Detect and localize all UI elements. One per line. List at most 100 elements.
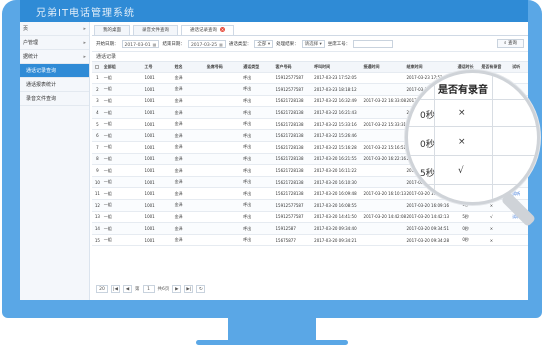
column-header: 试听 [504,62,528,73]
cell-id: 1001 [143,234,174,247]
cell-id: 1001 [143,72,174,85]
row-number: 5 [92,118,103,131]
start-date-field[interactable]: 2017-03-01 ▦ [121,39,160,48]
magnifier-lens: 长是否有录音 0秒 × 0秒 × 5秒 √ [405,70,540,205]
result-select[interactable]: 请选择 ▾ [301,39,325,48]
tab-label: 我的桌面 [103,28,121,33]
search-button[interactable]: ⌕ 查询 [497,39,524,48]
cell-group: 一组 [102,118,144,131]
cell-group: 一组 [102,187,144,201]
cell-dur: 0秒 [452,222,479,235]
sidebar: 页户管理据统计通话记录查询通话报表统计录音文件查询 [20,22,90,300]
column-header: 姓名 [173,62,206,73]
cell-id: 1001 [143,106,174,119]
page-size-select[interactable]: 20 [96,285,108,293]
app-title: 兄弟IT电话管理系统 [36,7,136,19]
monitor-stand [228,318,316,342]
cell-group: 一组 [102,141,144,154]
cell-ext [205,72,243,85]
cell-type: 呼出 [242,164,275,177]
magnifier-record-flag: × [458,108,466,118]
sidebar-item[interactable]: 录音文件查询 [20,92,89,106]
cell-name: 金泽 [173,222,206,235]
cell-call: 2017-03-23 18:18:12 [313,83,363,96]
cell-group: 一组 [102,129,144,143]
table-row[interactable]: 14 一组 1001 金泽 呼出 15912587 2017-03-20 09:34:40 2… [92,222,528,235]
cell-group: 一组 [102,106,144,119]
magnifier-duration: 5秒 [420,169,435,179]
first-page-button[interactable]: |◀ [111,285,120,293]
cell-ext [205,129,243,143]
cell-call: 2017-03-20 16:21:55 [313,153,363,166]
sidebar-item[interactable]: 页 [20,22,89,36]
cell-call: 2017-03-23 17:52:05 [313,72,363,85]
tab-item[interactable]: 录音文件查询 [133,25,178,35]
cell-answer: 2017-03-20 16:10:13 [362,187,406,201]
end-date-label: 结束日期： [162,41,185,47]
agent-id-input[interactable] [353,39,394,48]
cell-name: 金泽 [173,211,206,224]
table-row[interactable]: 15 一组 1001 金泽 呼出 15675877 2017-03-20 09:34:21 2… [92,234,528,247]
row-number: 9 [92,164,103,177]
cell-answer: 2017-03-22 16:33:08 [362,95,406,108]
cell-phone: 15621728138 [274,118,314,131]
column-header: 通话类型 [242,62,275,73]
cell-name: 金泽 [173,153,206,166]
cell-id: 1001 [143,164,174,177]
cell-answer: 2017-03-22 15:33:31 [362,118,406,131]
select-all-header[interactable] [92,62,103,73]
prev-page-button[interactable]: ◀ [123,285,132,293]
column-header: 结束时间 [405,62,453,73]
end-date-field[interactable]: 2017-03-25 ▦ [187,39,226,48]
calendar-icon: ▦ [219,41,223,47]
cell-play[interactable] [504,234,528,247]
cell-group: 一组 [102,95,144,108]
cell-dur: 0秒 [452,234,479,247]
call-type-select[interactable]: 全部 ▾ [254,39,274,48]
sidebar-item[interactable]: 户管理 [20,36,89,50]
cell-group: 一组 [102,176,144,189]
magnifier-record-flag: × [458,137,466,147]
tab-item[interactable]: 通话记录查询 × [181,25,234,35]
row-number: 3 [92,95,103,108]
cell-dur: 5秒 [452,211,479,224]
magnifier-duration: 0秒 [420,140,435,150]
cell-answer [362,234,406,247]
page-number-input[interactable]: 1 [142,285,155,293]
refresh-icon[interactable]: ↻ [196,285,206,293]
filter-bar: 开始日期： 2017-03-01 ▦ 结束日期： 2017-03-25 ▦ 通话类型… [92,36,528,52]
close-icon[interactable]: × [220,27,225,32]
cell-ext [205,118,243,131]
cell-phone: 15912577587 [274,199,314,212]
cell-phone: 15675877 [274,234,314,247]
cell-ext [205,141,243,154]
calendar-icon: ▦ [152,41,157,47]
table-row[interactable]: 13 一组 1001 金泽 呼出 15912577587 2017-03-20 14:41:… [92,211,528,224]
cell-name: 金泽 [173,141,206,154]
sidebar-item[interactable]: 通话记录查询 [20,64,89,78]
cell-name: 金泽 [173,164,206,177]
row-number: 2 [92,83,103,96]
tab-item[interactable]: 我的桌面 [94,25,130,35]
magnifier-duration: 0秒 [420,111,435,121]
cell-group: 一组 [102,222,144,235]
row-number: 4 [92,106,103,119]
cell-call: 2017-03-20 09:34:21 [313,234,363,247]
cell-phone: 15912587 [274,222,314,235]
cell-name: 金泽 [173,234,206,247]
checkbox[interactable] [95,65,100,70]
last-page-button[interactable]: ▶| [184,285,194,293]
next-page-button[interactable]: ▶ [172,285,182,293]
sidebar-item[interactable]: 据统计 [20,50,89,64]
cell-call: 2017-03-20 16:10:30 [313,176,363,189]
cell-ext [205,199,243,212]
cell-answer [362,83,406,96]
sidebar-item[interactable]: 通话报表统计 [20,78,89,92]
cell-type: 呼出 [242,118,275,131]
chevron-down-icon: ▾ [319,41,322,47]
cell-type: 呼出 [242,199,275,212]
cell-call: 2017-03-20 16:08:55 [313,199,363,212]
cell-ext [205,222,243,235]
cell-group: 一组 [102,72,144,85]
agent-id-label: 坐席工号： [327,41,351,47]
